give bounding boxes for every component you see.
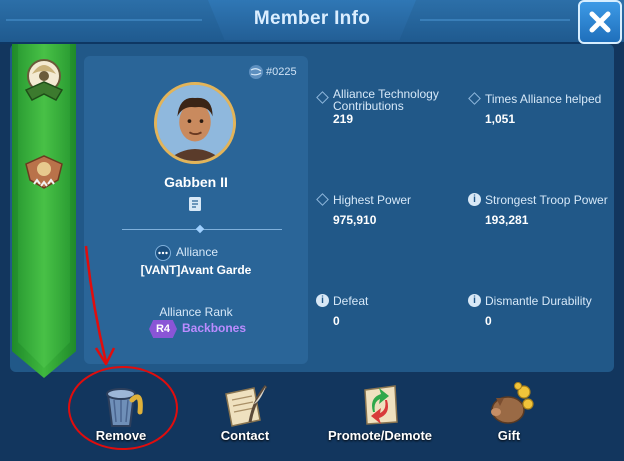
player-name: Gabben II — [164, 174, 228, 190]
avatar[interactable] — [154, 82, 236, 164]
promote-demote-label: Promote/Demote — [327, 428, 433, 443]
info-icon[interactable]: i — [316, 294, 329, 307]
contact-label: Contact — [220, 428, 270, 443]
promote-demote-icon — [364, 385, 398, 425]
stat-label-tech-contrib-2: Contributions — [333, 99, 404, 113]
stat-label-times-helped: Times Alliance helped — [485, 92, 602, 106]
alliance-emblem-icon — [24, 59, 64, 101]
alliance-rank-label: Alliance Rank — [159, 305, 233, 319]
stat-label-strongest-troop: Strongest Troop Power — [485, 193, 608, 207]
rank-badge-emblem-icon — [25, 155, 63, 189]
promote-demote-button[interactable]: Promote/Demote — [325, 378, 435, 448]
document-icon[interactable] — [188, 196, 202, 212]
close-icon — [589, 11, 611, 33]
contact-button[interactable]: Contact — [190, 378, 300, 448]
rank-name: Backbones — [182, 321, 247, 335]
gift-pig-icon — [491, 382, 534, 424]
rank-badge: R4 — [149, 320, 177, 338]
stat-label-defeat: Defeat — [333, 294, 369, 308]
avatar-portrait-icon — [157, 85, 233, 161]
header-decoration-left — [6, 19, 202, 21]
alliance-label: Alliance — [176, 245, 219, 259]
header-decoration-right — [420, 19, 570, 21]
letter-quill-icon — [225, 385, 268, 427]
stat-label-dismantle-durability: Dismantle Durability — [485, 294, 592, 308]
stat-value-times-helped: 1,051 — [485, 112, 516, 126]
stat-value-strongest-troop: 193,281 — [485, 213, 529, 227]
alliance-more-icon[interactable] — [155, 245, 171, 261]
annotation-arrow-icon — [84, 245, 116, 366]
page-title: Member Info — [253, 8, 371, 29]
alliance-name: [VANT]Avant Garde — [140, 263, 252, 277]
stat-value-dismantle-durability: 0 — [485, 314, 492, 328]
stat-label-highest-power: Highest Power — [333, 193, 412, 207]
globe-icon — [249, 65, 263, 79]
gift-button[interactable]: Gift — [454, 378, 564, 448]
stat-value-defeat: 0 — [333, 314, 340, 328]
stat-value-highest-power: 975,910 — [333, 213, 377, 227]
player-id: #0225 — [266, 66, 297, 78]
annotation-circle — [68, 366, 178, 450]
info-icon[interactable]: i — [468, 294, 481, 307]
stat-value-tech-contrib: 219 — [333, 112, 354, 126]
close-button[interactable] — [578, 0, 622, 44]
info-icon[interactable]: i — [468, 193, 481, 206]
gift-label: Gift — [497, 428, 521, 443]
